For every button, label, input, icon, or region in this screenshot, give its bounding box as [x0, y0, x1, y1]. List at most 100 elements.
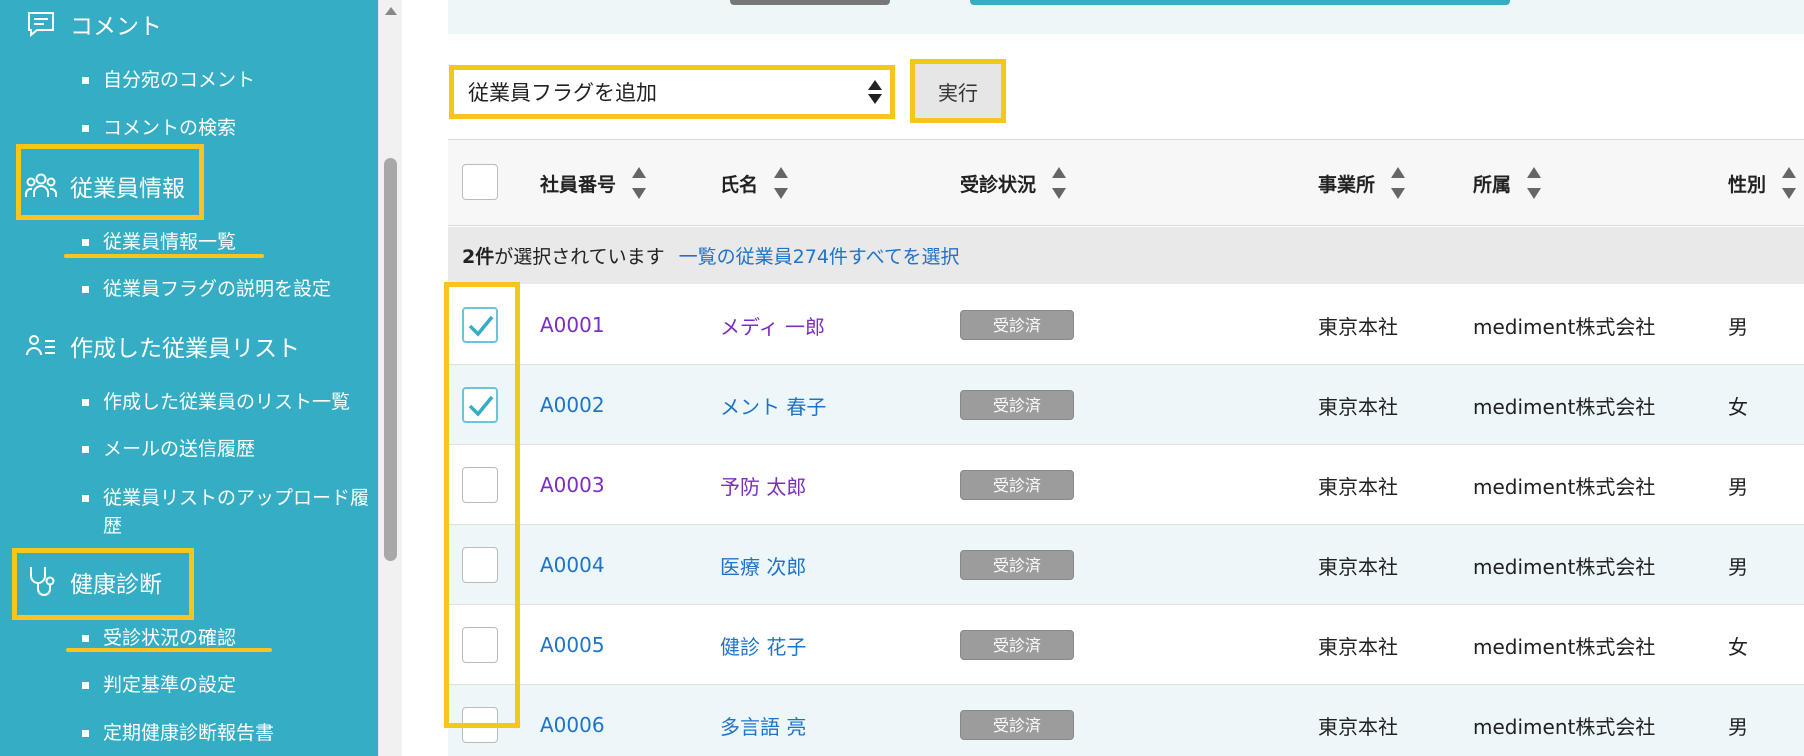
- selection-text: が選択されています: [494, 246, 665, 268]
- employee-name-link[interactable]: 多言語 亮: [720, 685, 806, 756]
- scroll-thumb[interactable]: [384, 158, 397, 561]
- sidebar-item-employee-list[interactable]: 従業員情報一覧: [82, 228, 382, 256]
- dept-cell: mediment株式会社: [1473, 714, 1656, 739]
- sidebar-item-label: コメントの検索: [103, 117, 237, 139]
- sidebar-section-comment[interactable]: コメント: [24, 4, 162, 44]
- table-row[interactable]: A0002 メント 春子 受診済 東京本社 mediment株式会社 女: [448, 365, 1804, 445]
- employee-table: 社員番号 氏名 受診状況 事業所 所属 性別 2件 が選択されています 一覧の従…: [448, 139, 1804, 756]
- sidebar-item-label: 従業員情報一覧: [103, 231, 237, 253]
- employee-id-link[interactable]: A0003: [540, 445, 605, 525]
- bullet: [82, 730, 89, 737]
- sidebar-item-criteria-settings[interactable]: 判定基準の設定: [82, 671, 382, 699]
- table-header: 社員番号 氏名 受診状況 事業所 所属 性別: [448, 139, 1804, 226]
- office-cell: 東京本社: [1318, 554, 1398, 579]
- employee-name-link[interactable]: 医療 次郎: [720, 525, 806, 605]
- status-badge: 受診済: [960, 470, 1074, 500]
- gender-cell: 男: [1728, 554, 1748, 579]
- underline-employee-list: [64, 254, 264, 258]
- column-header-label: 受診状況: [960, 174, 1037, 196]
- bulk-action-value: 従業員フラグを追加: [468, 81, 657, 105]
- status-badge: 受診済: [960, 390, 1074, 420]
- column-header-label: 氏名: [720, 174, 759, 196]
- column-header-label: 社員番号: [540, 174, 617, 196]
- sort-icon[interactable]: [1527, 165, 1542, 203]
- column-header-status[interactable]: 受診状況: [960, 140, 1067, 227]
- select-arrows-icon: [868, 80, 882, 106]
- sidebar-item-comment-search[interactable]: コメントの検索: [82, 114, 382, 142]
- employee-id-link[interactable]: A0002: [540, 365, 605, 445]
- top-tab[interactable]: [730, 0, 890, 5]
- status-badge: 受診済: [960, 550, 1074, 580]
- bullet: [82, 635, 89, 642]
- top-tab-active[interactable]: [970, 0, 1510, 5]
- top-strip: [448, 0, 1804, 34]
- dept-cell: mediment株式会社: [1473, 394, 1656, 419]
- highlight-employee-info: [16, 144, 204, 220]
- employee-name-link[interactable]: メディ 一郎: [720, 285, 825, 365]
- employee-id-link[interactable]: A0004: [540, 525, 605, 605]
- select-all-link[interactable]: 一覧の従業員274件すべてを選択: [679, 242, 960, 269]
- table-row[interactable]: A0005 健診 花子 受診済 東京本社 mediment株式会社 女: [448, 605, 1804, 685]
- office-cell: 東京本社: [1318, 714, 1398, 739]
- select-all-checkbox[interactable]: [462, 164, 498, 200]
- sidebar-item-upload-history[interactable]: 従業員リストのアップロード履歴: [82, 484, 378, 540]
- status-badge: 受診済: [960, 710, 1074, 740]
- sort-icon[interactable]: [774, 165, 789, 203]
- sort-icon[interactable]: [632, 165, 647, 203]
- table-row[interactable]: A0004 医療 次郎 受診済 東京本社 mediment株式会社 男: [448, 525, 1804, 605]
- sidebar-item-my-comments[interactable]: 自分宛のコメント: [82, 66, 382, 94]
- dept-cell: mediment株式会社: [1473, 314, 1656, 339]
- selection-count: 2件: [462, 246, 495, 268]
- sidebar-item-flag-description[interactable]: 従業員フラグの説明を設定: [82, 275, 382, 303]
- sidebar-item-label: 自分宛のコメント: [103, 69, 256, 91]
- sort-icon[interactable]: [1782, 165, 1797, 203]
- gender-cell: 女: [1728, 394, 1748, 419]
- status-badge: 受診済: [960, 310, 1074, 340]
- column-header-gender[interactable]: 性別: [1728, 140, 1797, 227]
- sidebar-item-periodic-report[interactable]: 定期健康診断報告書: [82, 719, 382, 747]
- column-header-employee-no[interactable]: 社員番号: [540, 140, 647, 227]
- scroll-up-arrow-icon[interactable]: [385, 7, 397, 15]
- sort-icon[interactable]: [1391, 165, 1406, 203]
- gender-cell: 女: [1728, 634, 1748, 659]
- sidebar: コメント 自分宛のコメント コメントの検索 従業員情報 従業員情報一覧 従業員フ…: [0, 0, 378, 756]
- sidebar-section-created-lists[interactable]: 作成した従業員リスト: [24, 326, 300, 366]
- sidebar-item-label: 判定基準の設定: [103, 674, 237, 696]
- selection-bar: 2件 が選択されています 一覧の従業員274件すべてを選択: [448, 227, 1804, 284]
- gender-cell: 男: [1728, 714, 1748, 739]
- employee-id-link[interactable]: A0001: [540, 285, 605, 365]
- highlight-checkbox-column: [444, 282, 520, 728]
- table-row[interactable]: A0003 予防 太郎 受診済 東京本社 mediment株式会社 男: [448, 445, 1804, 525]
- sort-icon[interactable]: [1052, 165, 1067, 203]
- column-header-name[interactable]: 氏名: [720, 140, 789, 227]
- column-header-office[interactable]: 事業所: [1318, 140, 1406, 227]
- bullet: [82, 682, 89, 689]
- bullet: [82, 446, 89, 453]
- sidebar-item-label: 定期健康診断報告書: [103, 722, 275, 744]
- bulk-action-select[interactable]: 従業員フラグを追加: [449, 65, 895, 119]
- sidebar-item-created-list[interactable]: 作成した従業員のリスト一覧: [82, 388, 382, 416]
- column-header-dept[interactable]: 所属: [1473, 140, 1542, 227]
- bullet: [82, 77, 89, 84]
- office-cell: 東京本社: [1318, 474, 1398, 499]
- dept-cell: mediment株式会社: [1473, 474, 1656, 499]
- column-header-label: 所属: [1473, 174, 1512, 196]
- table-row[interactable]: A0006 多言語 亮 受診済 東京本社 mediment株式会社 男: [448, 685, 1804, 756]
- comment-icon: [24, 7, 58, 41]
- table-row[interactable]: A0001 メディ 一郎 受診済 東京本社 mediment株式会社 男: [448, 285, 1804, 365]
- sidebar-item-label: 従業員フラグの説明を設定: [103, 278, 332, 300]
- sidebar-scrollbar[interactable]: [378, 0, 402, 756]
- employee-name-link[interactable]: メント 春子: [720, 365, 826, 445]
- execute-button[interactable]: 実行: [910, 59, 1006, 123]
- employee-id-link[interactable]: A0006: [540, 685, 605, 756]
- employee-name-link[interactable]: 健診 花子: [720, 605, 806, 685]
- column-header-label: 事業所: [1318, 174, 1376, 196]
- status-badge: 受診済: [960, 630, 1074, 660]
- status-cell: 受診済: [960, 365, 1074, 445]
- sidebar-item-label: メールの送信履歴: [103, 438, 256, 460]
- dept-cell: mediment株式会社: [1473, 554, 1656, 579]
- employee-id-link[interactable]: A0005: [540, 605, 605, 685]
- sidebar-item-mail-history[interactable]: メールの送信履歴: [82, 435, 382, 463]
- gender-cell: 男: [1728, 314, 1748, 339]
- employee-name-link[interactable]: 予防 太郎: [720, 445, 806, 525]
